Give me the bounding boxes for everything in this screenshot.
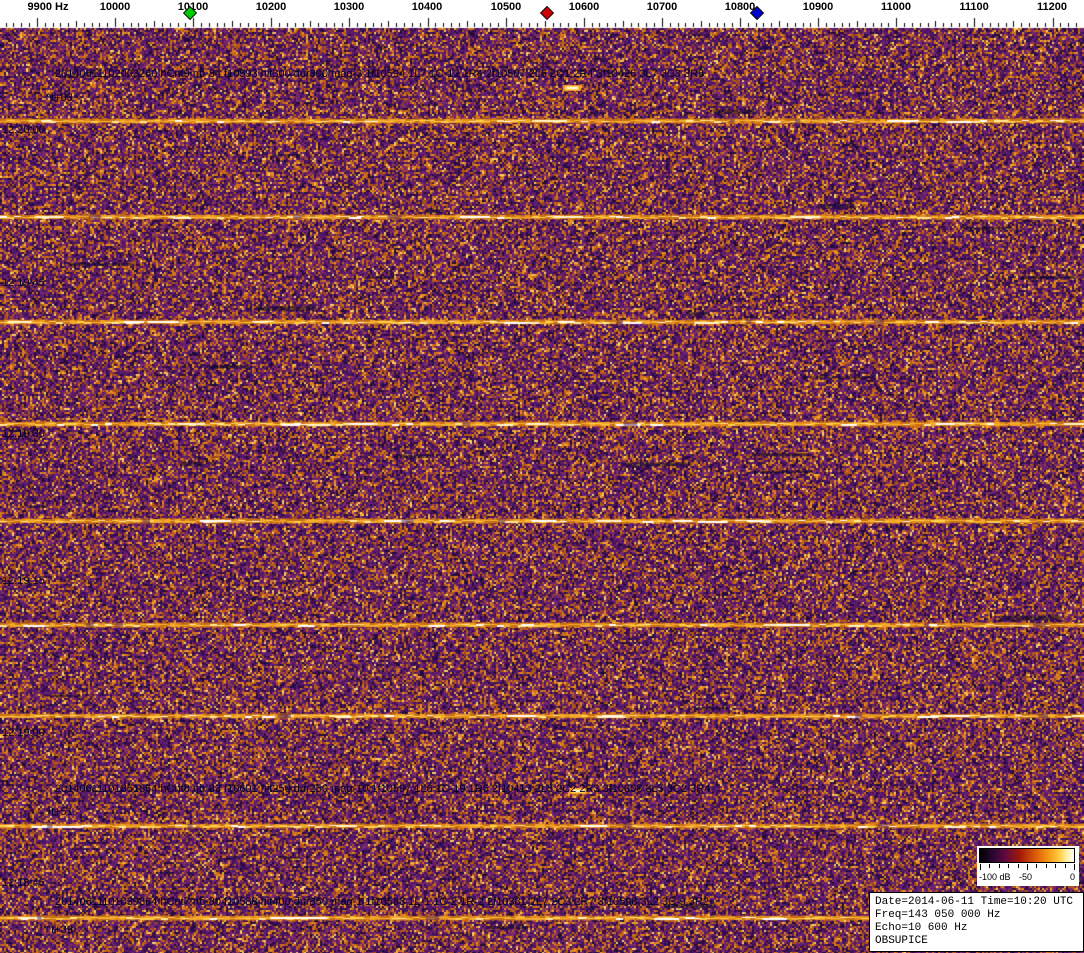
event-time-marker: ^t+51 — [46, 806, 73, 818]
time-label: 12:18:45 — [2, 877, 45, 889]
time-label: 12:19:15 — [2, 575, 45, 587]
event-time-marker: ^t+39 — [46, 924, 73, 936]
time-label: 12:19:30 — [2, 428, 45, 440]
spectrogram-app: 9900 Hz 10000 10100 10200 10300 10400 10500 106… — [0, 0, 1084, 953]
time-label: 12:20:00 — [2, 124, 45, 136]
legend-tick — [1045, 864, 1047, 868]
legend-gradient — [979, 848, 1075, 863]
event-time-marker: ^t+03 — [46, 92, 73, 104]
event-annotation: 20140611101851864 hCnt8 nb-83 f10601 hit… — [55, 783, 711, 795]
info-line-datetime: Date=2014-06-11 Time=10:20 UTC — [875, 896, 1074, 908]
legend-tick — [1055, 864, 1057, 868]
spectrogram-overlay: 12:20:00 12:19:45 12:19:30 12:19:15 12:19:00… — [0, 0, 1084, 953]
legend-tick — [1017, 864, 1019, 868]
legend-tick — [998, 864, 1000, 868]
info-box: Date=2014-06-11 Time=10:20 UTC Freq=143 … — [869, 892, 1084, 952]
legend-tick — [1064, 864, 1066, 868]
legend-label-max: 0 — [1069, 872, 1075, 882]
legend-tick — [980, 864, 981, 870]
legend-tick-scale — [980, 864, 1076, 871]
time-label: 12:19:45 — [2, 277, 45, 289]
color-scale-legend: -100 dB -50 0 — [977, 846, 1079, 886]
legend-tick — [1036, 864, 1038, 868]
legend-tick — [989, 864, 991, 868]
info-line-station: OBSUPICE — [875, 935, 928, 947]
legend-tick — [1027, 864, 1028, 870]
legend-tick — [1074, 864, 1075, 870]
info-line-echo: Echo=10 600 Hz — [875, 922, 968, 934]
info-line-frequency: Freq=143 050 000 Hz — [875, 909, 1001, 921]
event-annotation: 20140611102003260 hCnt9 nb-84 f10593 hit… — [55, 68, 705, 80]
legend-label-min: -100 dB — [979, 872, 1011, 882]
event-annotation: 20140611101839864 hCnt7 nb-80 f10588 hit… — [55, 896, 709, 908]
time-label: 12:19:00 — [2, 727, 45, 739]
legend-label-mid: -50 — [1019, 872, 1033, 882]
legend-tick — [1008, 864, 1010, 868]
